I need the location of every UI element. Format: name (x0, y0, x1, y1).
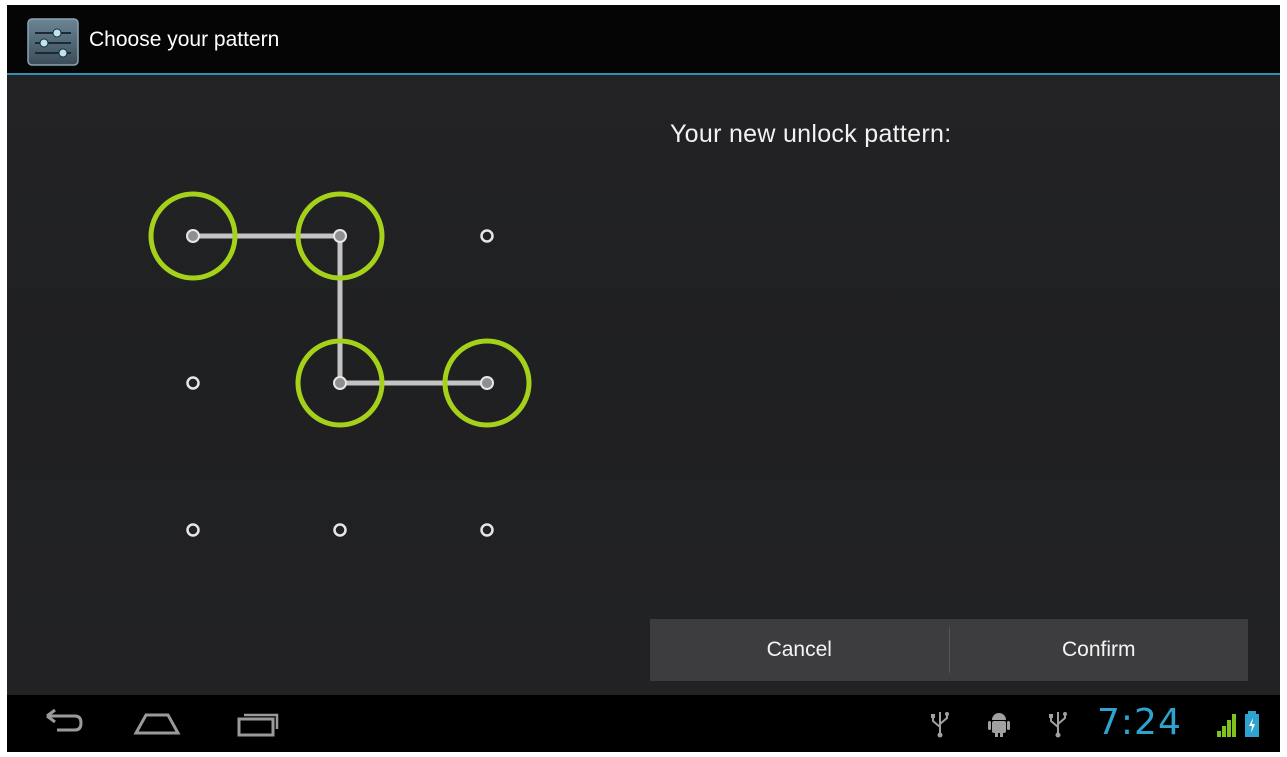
usb-icon (928, 709, 952, 739)
home-icon[interactable] (132, 707, 182, 739)
pattern-dot-4[interactable] (186, 376, 200, 390)
navigation-bar: 7:24 (7, 695, 1280, 752)
cancel-button[interactable]: Cancel (650, 619, 949, 681)
pattern-prompt: Your new unlock pattern: (670, 120, 952, 148)
back-arrow-icon[interactable] (35, 707, 85, 739)
settings-sliders-icon[interactable] (27, 18, 79, 66)
pattern-dot-9[interactable] (480, 523, 494, 537)
pattern-grid[interactable] (137, 175, 557, 575)
android-debug-icon (987, 709, 1011, 739)
pattern-dot-3[interactable] (480, 229, 494, 243)
action-bar: Choose your pattern (7, 5, 1280, 73)
pattern-path (193, 233, 487, 386)
page-title: Choose your pattern (89, 28, 280, 51)
status-clock: 7:24 (1097, 702, 1182, 743)
action-bar-divider (7, 73, 1280, 75)
pattern-dot-2[interactable] (333, 229, 347, 243)
device-screen: Choose your pattern Your new unlock patt… (7, 5, 1280, 752)
pattern-dot-7[interactable] (186, 523, 200, 537)
pattern-dot-5[interactable] (333, 376, 347, 390)
pattern-dot-6[interactable] (480, 376, 494, 390)
battery-icon (1243, 709, 1261, 739)
confirm-button[interactable]: Confirm (950, 619, 1249, 681)
button-bar: Cancel Confirm (650, 619, 1248, 681)
pattern-dot-1[interactable] (186, 229, 200, 243)
usb-icon (1046, 709, 1070, 739)
recent-apps-icon[interactable] (233, 707, 283, 739)
pattern-dot-8[interactable] (333, 523, 347, 537)
signal-icon (1216, 709, 1238, 739)
